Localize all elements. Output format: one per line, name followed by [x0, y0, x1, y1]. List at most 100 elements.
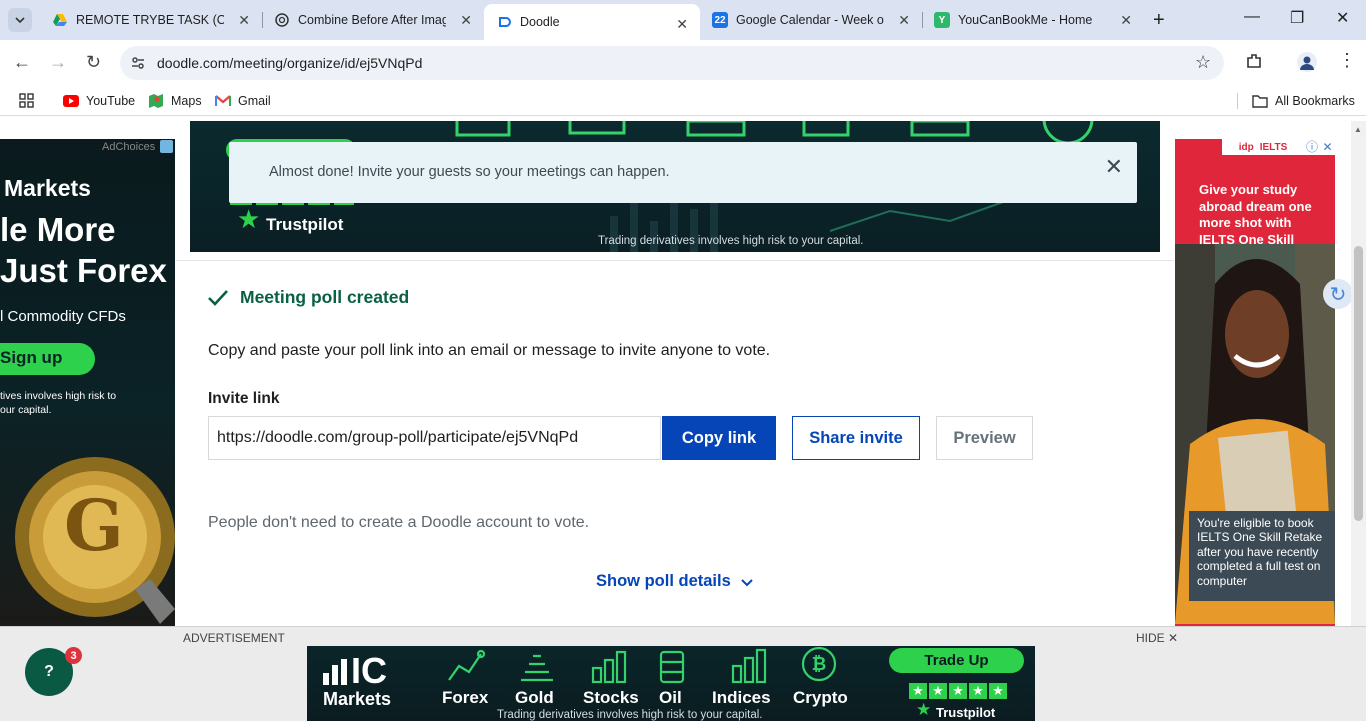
all-bookmarks-label: All Bookmarks	[1275, 94, 1355, 108]
copy-link-label: Copy link	[681, 428, 757, 447]
trustpilot-star-icon: ★	[237, 204, 261, 234]
page-scrollbar[interactable]: ▲	[1351, 121, 1366, 626]
minimize-icon[interactable]: —	[1244, 8, 1260, 26]
ielts-logo: IELTS	[1259, 141, 1288, 153]
forward-icon[interactable]: →	[49, 52, 67, 73]
preview-button[interactable]: Preview	[936, 416, 1033, 460]
share-invite-button[interactable]: Share invite	[792, 416, 920, 460]
bookmark-maps[interactable]: Maps	[148, 93, 202, 109]
bookmark-label: YouTube	[86, 94, 136, 108]
scrollbar-thumb[interactable]	[1354, 246, 1363, 521]
floating-sync-icon[interactable]: ↻	[1323, 279, 1353, 309]
close-tab-icon[interactable]: ✕	[898, 12, 910, 29]
profile-avatar-icon[interactable]	[1297, 52, 1317, 72]
tab-title: REMOTE TRYBE TASK (ODUY	[76, 13, 224, 27]
poll-created-heading: Meeting poll created	[207, 287, 409, 308]
invite-link-field[interactable]	[208, 416, 661, 460]
site-info-icon[interactable]	[130, 55, 146, 76]
category-indices: Indices	[712, 688, 771, 707]
bookmark-label: Gmail	[238, 94, 271, 108]
hide-label: HIDE	[1136, 631, 1165, 645]
maps-icon	[148, 93, 164, 109]
close-window-icon[interactable]: ✕	[1336, 8, 1349, 28]
content-divider	[176, 260, 1174, 261]
ad-disclaimer: tives involves high risk to our capital.	[0, 390, 117, 416]
bookmark-label: Maps	[171, 94, 202, 108]
trustpilot-rating-stars: ★ ★ ★ ★ ★	[909, 683, 1007, 699]
preview-label: Preview	[953, 428, 1016, 447]
address-bar[interactable]: doodle.com/meeting/organize/id/ej5VNqPd …	[120, 46, 1224, 80]
trade-up-button[interactable]: Trade Up	[889, 648, 1024, 673]
tab-combine-before-after[interactable]: Combine Before After Image ✕	[262, 0, 484, 40]
market-category-icons: ₿	[448, 646, 837, 684]
bottom-advertisement[interactable]: IC Markets ₿ Forex Gold Stocks Oil Indic…	[307, 646, 1035, 721]
tab-strip: REMOTE TRYBE TASK (ODUY ✕ Combine Before…	[0, 0, 1366, 40]
tab-search-button[interactable]	[8, 8, 32, 32]
browser-toolbar: ← → ↻ doodle.com/meeting/organize/id/ej5…	[0, 40, 1366, 86]
bottom-ad-bar: ADVERTISEMENT HIDE ✕ IC Markets ₿ Forex	[0, 626, 1366, 721]
close-tab-icon[interactable]: ✕	[460, 12, 472, 29]
poll-created-text: Meeting poll created	[240, 287, 410, 307]
restore-icon[interactable]: ❐	[1290, 8, 1304, 28]
svg-text:₿: ₿	[812, 654, 827, 674]
show-poll-details-link[interactable]: Show poll details	[596, 572, 754, 591]
category-gold: Gold	[515, 688, 554, 707]
new-tab-icon[interactable]: +	[1153, 9, 1165, 32]
page-viewport: AdChoices Markets le More Just Forex l C…	[0, 121, 1366, 721]
trustpilot-label: Trustpilot	[266, 215, 344, 234]
trustpilot-star-icon: ★	[916, 700, 932, 719]
ad-info-icon[interactable]: ⓘ	[1304, 139, 1320, 155]
right-advertisement[interactable]: idp IELTS ⓘ ✕ Give your study abroad dre…	[1175, 139, 1335, 626]
folder-icon	[1252, 93, 1268, 109]
category-crypto: Crypto	[793, 688, 848, 707]
ad-subheadline: l Commodity CFDs	[0, 308, 126, 325]
idp-logo: idp	[1238, 141, 1254, 153]
close-tab-icon[interactable]: ✕	[238, 12, 250, 29]
back-icon[interactable]: ←	[13, 52, 31, 73]
trade-up-label: Trade Up	[924, 652, 989, 669]
advertisement-label: ADVERTISEMENT	[183, 631, 285, 645]
close-tab-icon[interactable]: ✕	[1120, 12, 1132, 29]
ad-close-icon[interactable]: ✕	[1320, 139, 1335, 155]
coin-letter: G	[64, 484, 124, 567]
tab-remote-trybe[interactable]: REMOTE TRYBE TASK (ODUY ✕	[40, 0, 262, 40]
bookmark-star-icon[interactable]: ☆	[1195, 52, 1211, 73]
tab-youcanbookme[interactable]: Y YouCanBookMe - Home ✕	[922, 0, 1144, 40]
reload-icon[interactable]: ↻	[86, 52, 101, 73]
help-label: ?	[44, 663, 54, 680]
show-poll-details-label: Show poll details	[596, 572, 731, 590]
ad-caption: You're eligible to book IELTS One Skill …	[1197, 516, 1323, 588]
invite-link-label: Invite link	[208, 390, 280, 407]
openai-icon	[274, 12, 290, 28]
bookmark-gmail[interactable]: Gmail	[215, 93, 271, 109]
chevron-down-icon	[741, 578, 753, 586]
account-note: People don't need to create a Doodle acc…	[208, 514, 590, 531]
apps-icon[interactable]	[19, 93, 34, 108]
ad-headline: Markets	[4, 175, 91, 201]
extensions-icon[interactable]	[1245, 52, 1263, 75]
hide-ad-button[interactable]: HIDE ✕	[1136, 631, 1178, 645]
category-stocks: Stocks	[583, 688, 639, 707]
youcanbookme-icon: Y	[934, 12, 950, 28]
url-text: doodle.com/meeting/organize/id/ej5VNqPd	[157, 55, 423, 71]
checkmark-icon	[208, 289, 228, 306]
ad-disclaimer: Trading derivatives involves high risk t…	[598, 235, 864, 247]
ad-signup-label: Sign up	[0, 348, 63, 367]
tab-doodle[interactable]: Doodle ✕	[484, 4, 700, 40]
close-notice-icon[interactable]: ✕	[1105, 154, 1123, 180]
copy-link-button[interactable]: Copy link	[662, 416, 776, 460]
share-invite-label: Share invite	[809, 428, 903, 447]
ic-logo-text: IC	[351, 650, 387, 691]
menu-icon[interactable]: ⋮	[1338, 51, 1356, 69]
scroll-up-icon[interactable]: ▲	[1354, 125, 1362, 134]
adchoices-icon[interactable]	[160, 140, 173, 153]
bookmark-youtube[interactable]: YouTube	[63, 93, 135, 109]
all-bookmarks[interactable]: All Bookmarks	[1252, 93, 1355, 109]
invite-instructions: Copy and paste your poll link into an em…	[208, 342, 771, 359]
adchoices-label[interactable]: AdChoices	[102, 141, 155, 153]
youtube-icon	[63, 93, 79, 109]
left-advertisement[interactable]: AdChoices Markets le More Just Forex l C…	[0, 139, 175, 626]
chevron-down-icon	[15, 17, 25, 24]
close-tab-icon[interactable]: ✕	[676, 16, 688, 33]
tab-google-calendar[interactable]: 22 Google Calendar - Week of 2 ✕	[700, 0, 922, 40]
